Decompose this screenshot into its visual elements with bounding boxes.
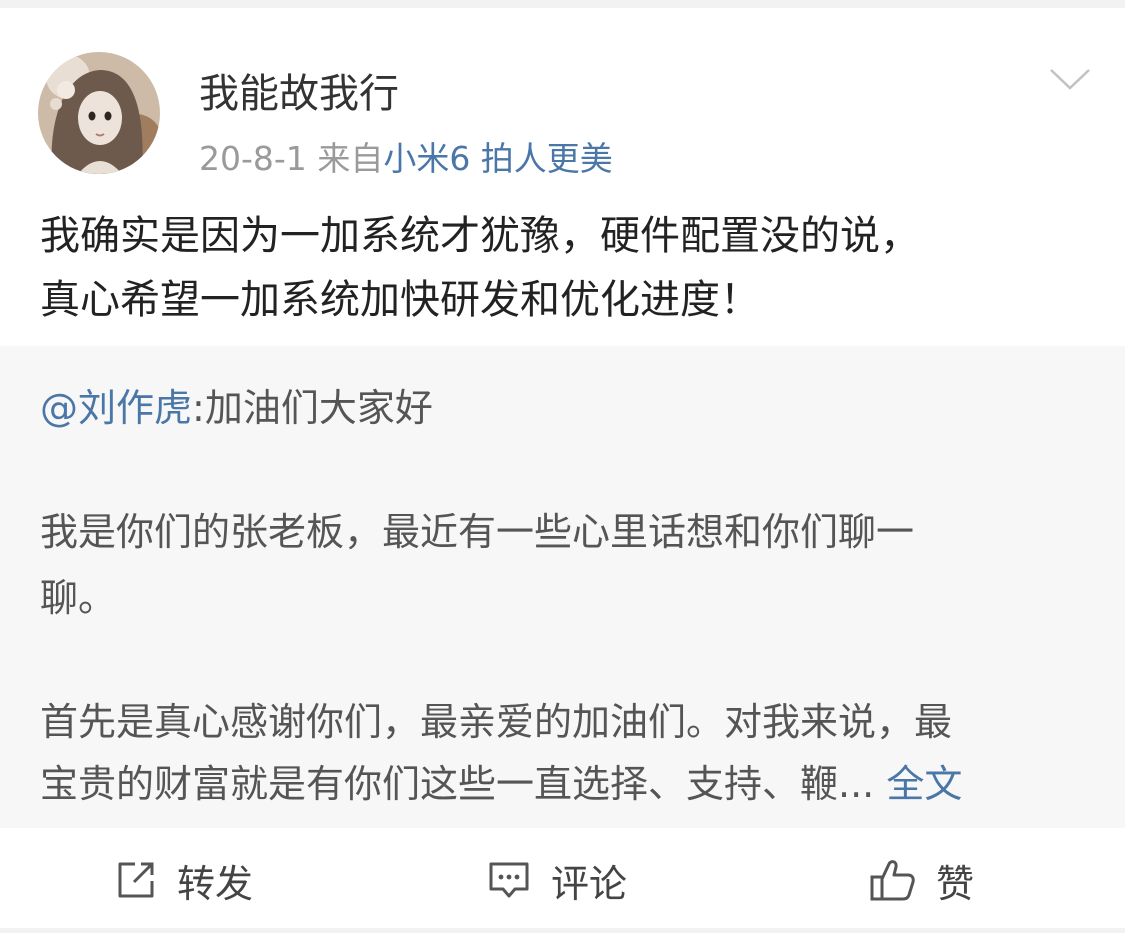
- full-text-link[interactable]: 全文: [886, 762, 962, 806]
- repost-button[interactable]: 转发: [115, 856, 253, 906]
- comment-button[interactable]: 评论: [487, 856, 627, 906]
- reposted-content[interactable]: @刘作虎:加油们大家好 我是你们的张老板，最近有一些心里话想和你们聊一 聊。 首…: [0, 346, 1125, 828]
- source-prefix: 来自: [317, 139, 384, 178]
- repost-line: 宝贵的财富就是有你们这些一直选择、支持、鞭...: [40, 762, 875, 806]
- repost-last-line: 宝贵的财富就是有你们这些一直选择、支持、鞭... 全文: [40, 754, 962, 814]
- repost-line: 聊。: [40, 576, 117, 620]
- author-name[interactable]: 我能故我行: [199, 66, 399, 122]
- repost-line: 我是你们的张老板，最近有一些心里话想和你们聊一: [40, 510, 915, 554]
- comment-icon: [489, 862, 529, 898]
- like-label: 赞: [936, 861, 975, 906]
- action-bar: 转发 评论 赞: [0, 828, 1125, 928]
- like-button[interactable]: 赞: [868, 856, 974, 906]
- post-text-line: 真心希望一加系统加快研发和优化进度！: [40, 277, 760, 323]
- share-icon: [118, 862, 154, 898]
- repost-label: 转发: [177, 861, 254, 906]
- source-link[interactable]: 小米6 拍人更美: [383, 139, 613, 178]
- post-card: 我能故我行 20-8-1 来自小米6 拍人更美 我确实是因为一加系统才犹豫，硬件…: [0, 8, 1125, 928]
- post-meta: 20-8-1 来自小米6 拍人更美: [199, 133, 613, 185]
- repost-first-line: @刘作虎:加油们大家好: [40, 378, 433, 438]
- avatar[interactable]: [38, 52, 160, 174]
- mention-link[interactable]: @刘作虎: [40, 386, 192, 430]
- post-text: 我确实是因为一加系统才犹豫，硬件配置没的说， 真心希望一加系统加快研发和优化进度…: [40, 204, 1090, 332]
- comment-label: 评论: [551, 861, 628, 906]
- post-date: 20-8-1: [199, 139, 307, 178]
- thumbs-up-icon: [870, 860, 915, 901]
- post-text-line: 我确实是因为一加系统才犹豫，硬件配置没的说，: [40, 213, 920, 259]
- repost-line: 首先是真心感谢你们，最亲爱的加油们。对我来说，最: [40, 700, 953, 744]
- repost-text: :加油们大家好: [192, 386, 433, 430]
- chevron-down-icon[interactable]: [1047, 64, 1093, 94]
